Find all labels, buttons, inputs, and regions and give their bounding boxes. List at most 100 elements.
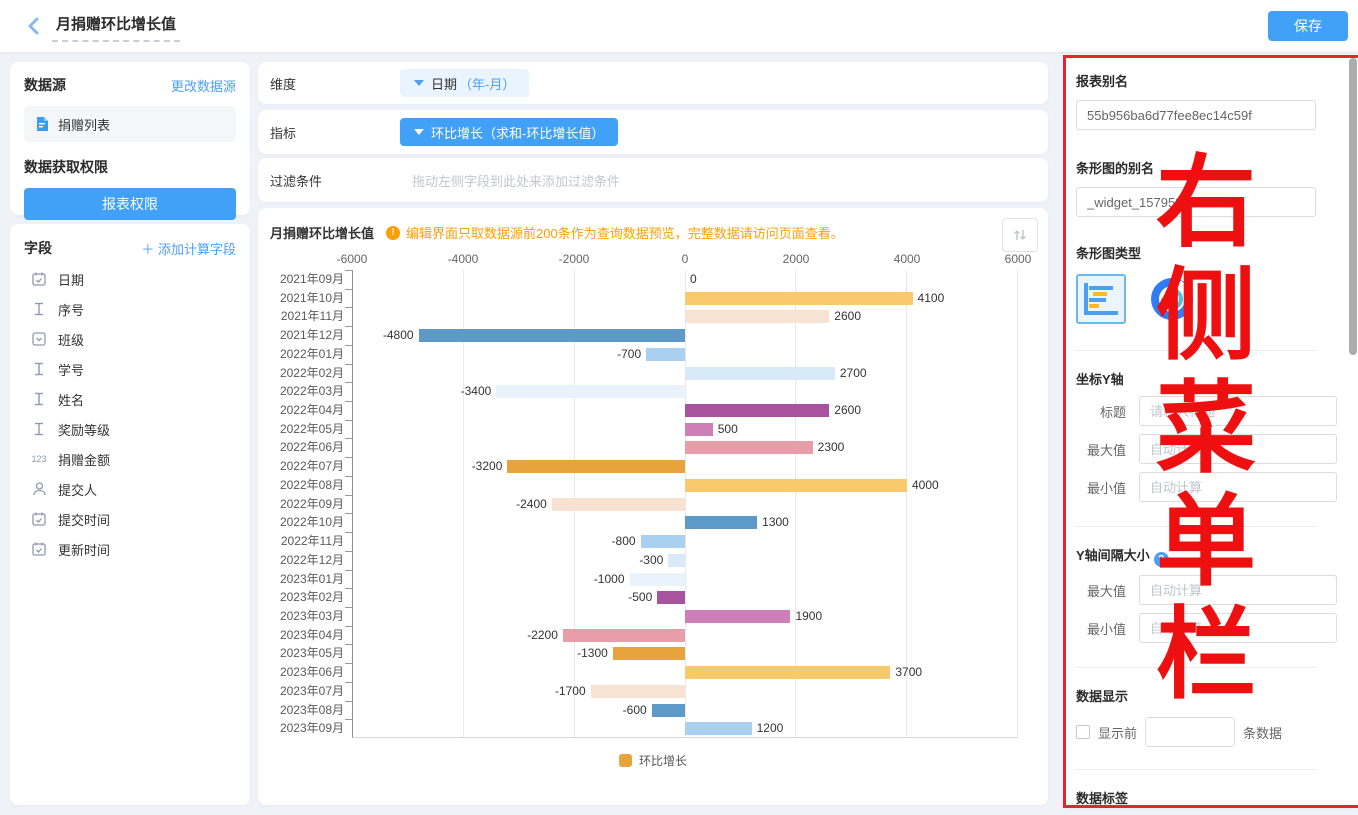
chart-row: 2023年05月 -1300	[266, 644, 1018, 663]
back-icon[interactable]	[24, 16, 44, 36]
field-item-5[interactable]: 奖励等级	[24, 414, 236, 444]
chart-row: 2023年02月-500	[266, 588, 1018, 607]
metric-label: 指标	[270, 123, 400, 142]
value-label: -500	[628, 590, 652, 604]
field-item-7[interactable]: 提交人	[24, 474, 236, 504]
help-icon[interactable]: ?	[1154, 552, 1169, 567]
page-title: 月捐赠环比增长值	[52, 11, 180, 42]
bar-track: 500	[352, 420, 1018, 439]
show-top-prefix: 显示前	[1098, 723, 1137, 742]
y-gap-title: Y轴间隔大小?	[1076, 545, 1316, 567]
preview-warning: ! 编辑界面只取数据源前200条作为查询数据预览，完整数据请访问页面查看。	[386, 223, 844, 242]
permission-title: 数据获取权限	[24, 157, 236, 177]
category-label: 2022年09月	[266, 495, 352, 514]
category-label: 2021年11月	[266, 307, 352, 326]
category-label: 2022年08月	[266, 476, 352, 495]
bar-track: -1700	[352, 682, 1018, 701]
bar-alias-input[interactable]	[1076, 187, 1316, 217]
y-gap-min-row: 最小值	[1076, 613, 1316, 643]
bar-track: -700	[352, 345, 1018, 364]
bar-track: 0	[352, 270, 1018, 289]
save-button[interactable]: 保存	[1268, 11, 1348, 41]
x-tick-label: -6000	[337, 252, 368, 266]
bar	[563, 629, 685, 642]
field-item-2[interactable]: 班级	[24, 324, 236, 354]
bar	[646, 348, 685, 361]
dimension-chip[interactable]: 日期 （年-月）	[400, 69, 529, 97]
add-calc-field-link[interactable]: ＋ 添加计算字段	[141, 239, 236, 258]
y-axis-title-row: 标题	[1076, 396, 1316, 426]
category-label: 2023年08月	[266, 701, 352, 720]
chart-row: 2021年11月2600	[266, 307, 1018, 326]
y-axis-max-row: 最大值	[1076, 434, 1316, 464]
y-gap-min-input[interactable]	[1139, 613, 1337, 643]
sort-button[interactable]	[1002, 218, 1038, 252]
scrollbar-thumb[interactable]	[1349, 58, 1357, 355]
bar-track: -300	[352, 551, 1018, 570]
change-datasource-link[interactable]: 更改数据源	[171, 76, 236, 95]
dimension-chip-suffix: （年-月）	[459, 74, 515, 93]
field-item-3[interactable]: 学号	[24, 354, 236, 384]
chart-row: 2022年11月-800	[266, 532, 1018, 551]
value-label: 2600	[834, 403, 861, 417]
field-item-4[interactable]: 姓名	[24, 384, 236, 414]
category-label: 2023年09月	[266, 719, 352, 738]
bar	[685, 666, 890, 679]
value-label: 0	[690, 272, 697, 286]
field-item-9[interactable]: 更新时间	[24, 534, 236, 564]
warning-icon: !	[386, 226, 400, 240]
bar	[685, 722, 752, 735]
x-axis-labels: -6000-4000-20000200040006000	[352, 252, 1018, 266]
y-axis-title-input[interactable]	[1139, 396, 1337, 426]
bar	[641, 535, 685, 548]
y-axis-rows: 标题最大值最小值	[1076, 396, 1316, 502]
y-gap-max-input[interactable]	[1139, 575, 1337, 605]
bar	[685, 441, 813, 454]
category-label: 2022年04月	[266, 401, 352, 420]
field-item-8[interactable]: 提交时间	[24, 504, 236, 534]
category-label: 2023年07月	[266, 682, 352, 701]
bar-track: -500	[352, 588, 1018, 607]
fields-title: 字段	[24, 238, 52, 258]
calendar-icon	[30, 272, 48, 286]
y-gap-rows: 最大值最小值	[1076, 575, 1316, 643]
show-top-checkbox[interactable]	[1076, 725, 1090, 739]
report-permission-button[interactable]: 报表权限	[24, 188, 236, 220]
report-alias-input[interactable]	[1076, 100, 1316, 130]
bar	[507, 460, 685, 473]
text-icon	[30, 362, 48, 376]
category-label: 2023年05月	[266, 644, 352, 663]
bar-track: 4000	[352, 476, 1018, 495]
chart-row: 2023年04月-2200	[266, 626, 1018, 645]
sort-icon	[1012, 227, 1028, 243]
bar	[685, 479, 907, 492]
field-item-1[interactable]: 序号	[24, 294, 236, 324]
y-axis-min-input[interactable]	[1139, 472, 1337, 502]
bar-track: -800	[352, 532, 1018, 551]
value-label: -1700	[555, 684, 586, 698]
value-label: -1300	[577, 646, 608, 660]
document-icon	[34, 116, 50, 132]
radial-chart-type-icon[interactable]	[1148, 275, 1196, 323]
metric-chip[interactable]: 环比增长（求和-环比增长值）	[400, 118, 618, 146]
value-label: -3200	[472, 459, 503, 473]
y-axis-min-row: 最小值	[1076, 472, 1316, 502]
bar	[685, 404, 829, 417]
value-label: -4800	[383, 328, 414, 342]
x-tick-label: 0	[682, 252, 689, 266]
datasource-item[interactable]: 捐赠列表	[24, 106, 236, 142]
show-top-count-input[interactable]	[1145, 717, 1235, 747]
field-item-6[interactable]: 123捐赠金额	[24, 444, 236, 474]
category-label: 2023年03月	[266, 607, 352, 626]
metric-row: 指标 环比增长（求和-环比增长值）	[258, 110, 1048, 154]
filter-row[interactable]: 过滤条件 拖动左侧字段到此处来添加过滤条件	[258, 158, 1048, 202]
chart-legend[interactable]: 环比增长	[258, 752, 1048, 769]
category-label: 2022年06月	[266, 438, 352, 457]
category-label: 2021年12月	[266, 326, 352, 345]
y-axis-max-input[interactable]	[1139, 434, 1337, 464]
app-root: 月捐赠环比增长值 保存 数据源 更改数据源 捐赠列表 数据获取权限 报表权限 字…	[0, 0, 1358, 815]
bar-chart-type-icon[interactable]	[1076, 274, 1126, 324]
chart-title: 月捐赠环比增长值	[270, 223, 374, 242]
settings-panel: 报表别名 条形图的别名 条形图类型	[1063, 57, 1358, 808]
field-item-0[interactable]: 日期	[24, 264, 236, 294]
